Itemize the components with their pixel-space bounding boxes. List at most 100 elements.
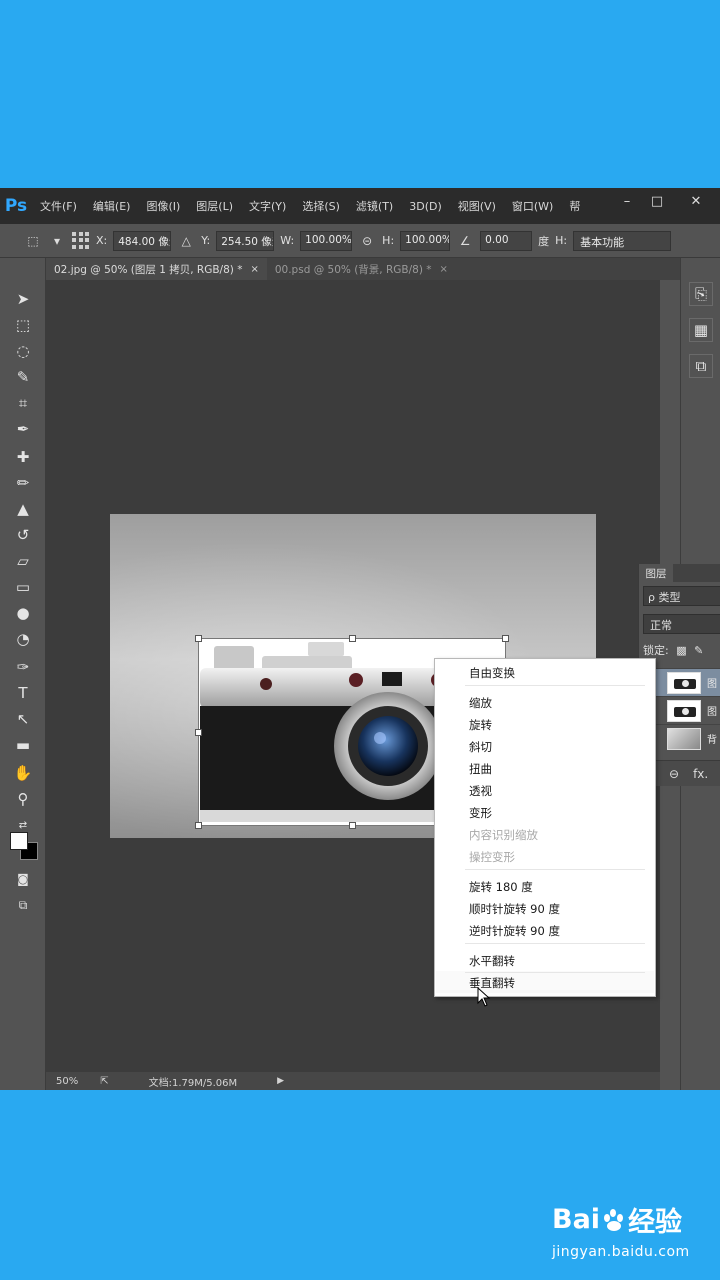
brush-tool-icon[interactable]: ✏ [12, 472, 34, 494]
w-field[interactable]: 100.00% [300, 230, 353, 251]
y-field[interactable]: 254.50 像素 [216, 230, 275, 251]
menu-3d[interactable]: 3D(D) [401, 200, 450, 213]
menu-image[interactable]: 图像(I) [138, 198, 188, 214]
transform-handle[interactable] [349, 635, 356, 642]
menu-file[interactable]: 文件(F) [32, 198, 85, 214]
menu-item-scale[interactable]: 缩放 [469, 695, 492, 711]
chevron-down-icon[interactable]: ▾ [48, 234, 66, 248]
layer-name: 图 [707, 707, 717, 718]
menu-item-free-transform[interactable]: 自由变换 [469, 665, 515, 681]
move-tool-preset-icon[interactable]: ⬚ [24, 234, 42, 248]
zoom-level[interactable]: 50% [56, 1076, 78, 1087]
lock-transparent-icon[interactable]: ▩ [676, 644, 686, 657]
menu-separator [465, 685, 645, 686]
move-tool-icon[interactable]: ➤ [12, 288, 34, 310]
reference-point-icon[interactable] [72, 231, 90, 250]
menu-select[interactable]: 选择(S) [294, 198, 348, 214]
type-tool-icon[interactable]: T [12, 682, 34, 704]
angle-field[interactable]: 0.00 [480, 230, 533, 251]
layer-style-icon[interactable]: fx. [693, 767, 708, 781]
transform-handle[interactable] [502, 635, 509, 642]
eraser-tool-icon[interactable]: ▱ [12, 550, 34, 572]
shape-tool-icon[interactable]: ▬ [12, 734, 34, 756]
tab-close-icon[interactable]: × [440, 264, 448, 275]
close-button[interactable]: ✕ [672, 188, 720, 214]
healing-brush-tool-icon[interactable]: ✚ [12, 446, 34, 468]
lasso-tool-icon[interactable]: ◌ [12, 340, 34, 362]
menu-item-perspective[interactable]: 透视 [469, 783, 492, 799]
menu-item-flip-horizontal[interactable]: 水平翻转 [469, 953, 515, 969]
menu-separator [465, 972, 645, 973]
blur-tool-icon[interactable]: ● [12, 602, 34, 624]
document-tabs: 02.jpg @ 50% (图层 1 拷贝, RGB/8) * × 00.psd… [46, 258, 680, 280]
workspace-select[interactable]: 基本功能 [573, 230, 672, 251]
menu-item-rotate[interactable]: 旋转 [469, 717, 492, 733]
menu-item-puppet-warp: 操控变形 [469, 850, 515, 864]
menu-item-flip-vertical[interactable]: 垂直翻转 [469, 975, 515, 991]
tab-02-jpg[interactable]: 02.jpg @ 50% (图层 1 拷贝, RGB/8) * × [46, 258, 267, 280]
menu-view[interactable]: 视图(V) [450, 198, 504, 214]
properties-panel-icon[interactable]: ▦ [689, 318, 713, 342]
link-layers-icon[interactable]: ⊖ [669, 767, 679, 781]
link-icon[interactable]: ⊝ [358, 234, 376, 248]
menu-item-skew[interactable]: 斜切 [469, 739, 492, 755]
marquee-tool-icon[interactable]: ⬚ [12, 314, 34, 336]
transform-handle[interactable] [195, 729, 202, 736]
path-select-tool-icon[interactable]: ↖ [12, 708, 34, 730]
tab-00-psd[interactable]: 00.psd @ 50% (背景, RGB/8) * × [267, 258, 456, 280]
menu-item-rotate-90-cw[interactable]: 顺时针旋转 90 度 [469, 901, 560, 917]
baidu-jingyan-watermark: Bai 经验 jingyan.baidu.com [552, 1200, 702, 1266]
menu-layer[interactable]: 图层(L) [188, 198, 241, 214]
eyedropper-tool-icon[interactable]: ✒ [12, 418, 34, 440]
x-field[interactable]: 484.00 像素 [113, 230, 172, 251]
h-field[interactable]: 100.00% [400, 230, 451, 251]
foreground-color-swatch[interactable] [10, 832, 28, 850]
maximize-button[interactable]: □ [642, 188, 672, 214]
screen-mode-icon[interactable]: ⧉ [12, 894, 34, 916]
blend-mode-select[interactable]: 正常 [643, 614, 720, 634]
menu-item-warp[interactable]: 变形 [469, 805, 492, 821]
menu-item-distort[interactable]: 扭曲 [469, 761, 492, 777]
menu-item-rotate-90-ccw[interactable]: 逆时针旋转 90 度 [469, 923, 560, 939]
h-skew-label: H: [555, 234, 568, 247]
quick-select-tool-icon[interactable]: ✎ [12, 366, 34, 388]
menu-help[interactable]: 帮 [561, 198, 588, 214]
document-info: 文档:1.79M/5.06M [148, 1077, 238, 1089]
tab-label: 00.psd @ 50% (背景, RGB/8) * [274, 263, 432, 276]
transform-handle[interactable] [195, 822, 202, 829]
zoom-tool-icon[interactable]: ⚲ [12, 788, 34, 810]
delta-icon[interactable]: △ [177, 234, 195, 248]
layer-thumbnail [667, 699, 701, 722]
history-panel-icon[interactable]: ⎘ [689, 282, 713, 306]
crop-tool-icon[interactable]: ⌗ [12, 392, 34, 414]
hand-tool-icon[interactable]: ✋ [12, 762, 34, 784]
menu-type[interactable]: 文字(Y) [241, 198, 294, 214]
dodge-tool-icon[interactable]: ◔ [12, 628, 34, 650]
quick-mask-icon[interactable]: ◙ [12, 868, 34, 890]
menu-filter[interactable]: 滤镜(T) [348, 198, 401, 214]
lock-label: 锁定: [643, 644, 669, 657]
layer-name: 背 [707, 735, 717, 746]
menu-edit[interactable]: 编辑(E) [85, 198, 139, 214]
layer-thumbnail [667, 671, 701, 694]
layer-kind-filter[interactable]: ρ 类型 [643, 586, 720, 606]
history-brush-tool-icon[interactable]: ↺ [12, 524, 34, 546]
lock-brush-icon[interactable]: ✎ [694, 644, 703, 657]
tab-close-icon[interactable]: × [250, 264, 258, 275]
transform-handle[interactable] [349, 822, 356, 829]
gradient-tool-icon[interactable]: ▭ [12, 576, 34, 598]
minimize-button[interactable]: – [612, 188, 642, 214]
ps-logo: Ps [4, 196, 28, 216]
stamp-tool-icon[interactable]: ▲ [12, 498, 34, 520]
tab-layers[interactable]: 图层 [639, 564, 673, 582]
export-icon[interactable]: ⇱ [100, 1076, 108, 1087]
actions-panel-icon[interactable]: ⧉ [689, 354, 713, 378]
menu-window[interactable]: 窗口(W) [504, 198, 561, 214]
status-menu-icon[interactable]: ▶ [277, 1076, 284, 1086]
transform-handle[interactable] [195, 635, 202, 642]
x-label: X: [96, 234, 108, 247]
layer-name: 图 [707, 679, 717, 690]
menu-item-rotate-180[interactable]: 旋转 180 度 [469, 879, 533, 895]
h-label: H: [382, 234, 395, 247]
pen-tool-icon[interactable]: ✑ [12, 656, 34, 678]
